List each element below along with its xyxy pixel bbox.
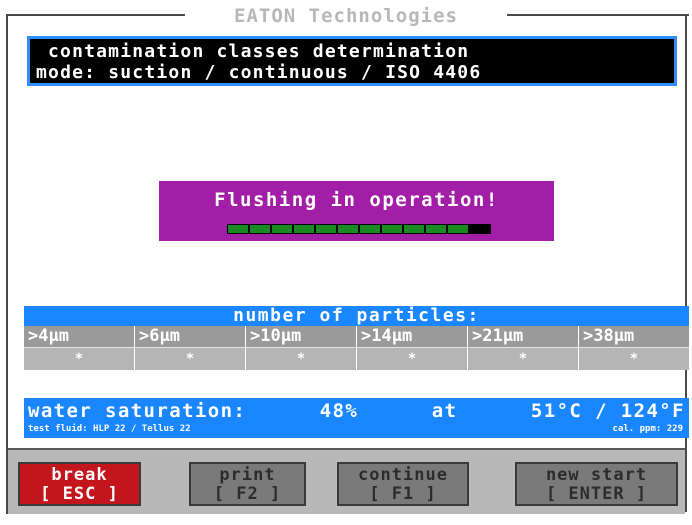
mode-header: contamination classes determination mode… <box>27 36 677 86</box>
new-start-button[interactable]: new start [ ENTER ] <box>515 462 678 506</box>
particle-size-label: >14µm <box>357 326 467 347</box>
particle-size-label: >38µm <box>579 326 689 347</box>
water-saturation-label: water saturation: <box>28 400 247 422</box>
progress-segment <box>448 225 468 233</box>
progress-segment <box>316 225 336 233</box>
progress-segment <box>250 225 270 233</box>
progress-segment <box>426 225 446 233</box>
progress-segment <box>404 225 424 233</box>
new-start-button-label: new start <box>545 465 648 485</box>
particle-count-value: * <box>246 347 356 370</box>
particle-size-label: >21µm <box>468 326 578 347</box>
progress-segment <box>470 225 490 233</box>
particle-size-label: >6µm <box>135 326 245 347</box>
header-line-1: contamination classes determination <box>48 41 470 62</box>
header-line-2: mode: suction / continuous / ISO 4406 <box>36 62 482 83</box>
progress-segment <box>338 225 358 233</box>
progress-segment <box>272 225 292 233</box>
flushing-dialog: Flushing in operation! <box>159 181 554 241</box>
continue-button-key: [ F1 ] <box>369 484 437 504</box>
print-button-key: [ F2 ] <box>213 484 282 504</box>
break-button[interactable]: break [ ESC ] <box>18 462 141 506</box>
break-button-label: break <box>51 465 108 485</box>
particles-heading: number of particles: <box>24 306 689 326</box>
particles-table: >4µm * >6µm * >10µm * >14µm * >21µm * >3… <box>24 326 689 370</box>
flushing-progress-bar <box>227 224 491 234</box>
print-button[interactable]: print [ F2 ] <box>189 462 306 506</box>
progress-segment <box>360 225 380 233</box>
particle-size-label: >4µm <box>24 326 134 347</box>
water-saturation-at: at <box>431 400 458 422</box>
calibration-ppm-label: cal. ppm: 229 <box>612 424 683 434</box>
function-key-bar: break [ ESC ] print [ F2 ] continue [ F1… <box>8 448 685 514</box>
particle-column: >10µm * <box>246 326 357 370</box>
continue-button[interactable]: continue [ F1 ] <box>337 462 469 506</box>
water-saturation-panel: water saturation: 48% at 51°C / 124°F te… <box>24 398 689 438</box>
test-fluid-label: test fluid: HLP 22 / Tellus 22 <box>28 424 191 434</box>
particle-count-value: * <box>357 347 467 370</box>
particle-column: >14µm * <box>357 326 468 370</box>
particle-count-value: * <box>135 347 245 370</box>
progress-segment <box>382 225 402 233</box>
particle-count-value: * <box>468 347 578 370</box>
particle-column: >6µm * <box>135 326 246 370</box>
new-start-button-key: [ ENTER ] <box>545 484 648 504</box>
particle-count-value: * <box>24 347 134 370</box>
print-button-label: print <box>219 465 276 485</box>
particle-column: >38µm * <box>579 326 689 370</box>
water-saturation-line: water saturation: 48% at 51°C / 124°F <box>28 400 685 422</box>
particle-column: >21µm * <box>468 326 579 370</box>
app-title: EATON Technologies <box>234 5 458 27</box>
break-button-key: [ ESC ] <box>40 484 119 504</box>
continue-button-label: continue <box>358 465 448 485</box>
window-frame <box>6 14 689 514</box>
particle-count-value: * <box>579 347 689 370</box>
water-saturation-percent: 48% <box>319 400 359 422</box>
title-bar: EATON Technologies <box>185 4 507 28</box>
progress-segment <box>228 225 248 233</box>
particle-size-label: >10µm <box>246 326 356 347</box>
particle-column: >4µm * <box>24 326 135 370</box>
flushing-message: Flushing in operation! <box>214 189 499 211</box>
water-temperature: 51°C / 124°F <box>530 400 685 422</box>
progress-segment <box>294 225 314 233</box>
